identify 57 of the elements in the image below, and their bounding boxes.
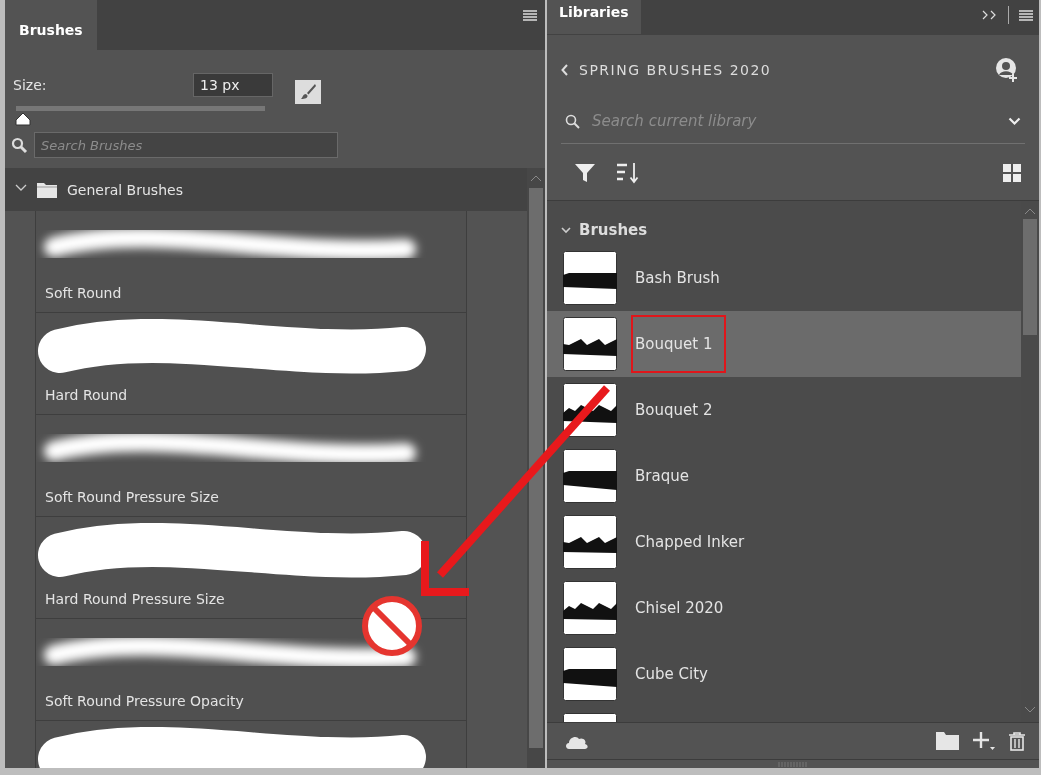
brush-group-header[interactable]: General Brushes bbox=[5, 168, 527, 211]
search-icon bbox=[11, 136, 28, 154]
item-name: Chapped Inker bbox=[634, 533, 745, 551]
library-search-field[interactable]: Search current library bbox=[592, 109, 996, 133]
brush-preset[interactable]: Hard Round Pressure Size bbox=[35, 517, 467, 619]
item-name: Cube City bbox=[634, 665, 708, 683]
brush-name: Soft Round Pressure Opacity bbox=[44, 692, 245, 709]
brush-thumbnail bbox=[563, 647, 617, 701]
menu-icon[interactable] bbox=[1019, 9, 1033, 21]
brush-tip-button[interactable] bbox=[295, 80, 321, 104]
brush-preset[interactable]: Soft Round bbox=[35, 211, 467, 313]
panel-tab[interactable]: Brushes bbox=[5, 0, 97, 50]
item-name: Bouquet 2 bbox=[634, 401, 713, 419]
scroll-up-icon[interactable] bbox=[1024, 207, 1036, 215]
menu-icon[interactable] bbox=[523, 10, 537, 21]
item-name: Bash Brush bbox=[634, 269, 720, 287]
filter-icon[interactable] bbox=[575, 163, 595, 183]
size-label: Size: bbox=[13, 77, 48, 93]
folder-icon bbox=[37, 181, 57, 198]
library-item[interactable]: Bouquet 1 bbox=[547, 311, 1021, 377]
brush-thumbnail bbox=[563, 317, 617, 371]
brush-name: Hard Round bbox=[44, 386, 129, 403]
brush-preset[interactable]: Soft Round Pressure Opacity bbox=[35, 619, 467, 721]
sort-icon[interactable] bbox=[617, 162, 639, 184]
brush-preset[interactable]: Soft Round Pressure Size bbox=[35, 415, 467, 517]
item-name: Chisel 2020 bbox=[634, 599, 724, 617]
scroll-down-icon[interactable] bbox=[1024, 706, 1036, 714]
search-scope-dropdown[interactable] bbox=[1008, 116, 1021, 126]
brush-name: Soft Round bbox=[44, 284, 123, 301]
trash-icon[interactable] bbox=[1009, 731, 1025, 751]
library-back-link[interactable]: SPRING BRUSHES 2020 bbox=[561, 62, 772, 78]
collapse-icon[interactable] bbox=[982, 10, 998, 20]
scrollbar-thumb[interactable] bbox=[529, 188, 543, 748]
back-chevron-icon bbox=[561, 64, 569, 76]
library-section-header[interactable]: Brushes bbox=[547, 201, 648, 245]
scrollbar-thumb[interactable] bbox=[1023, 219, 1037, 335]
add-icon[interactable] bbox=[973, 731, 995, 751]
resize-grip-icon[interactable] bbox=[778, 761, 808, 767]
grid-view-icon[interactable] bbox=[1003, 164, 1021, 182]
search-field[interactable]: Search Brushes bbox=[34, 132, 338, 158]
brush-thumbnail bbox=[563, 581, 617, 635]
panel-tab[interactable]: Libraries bbox=[547, 0, 641, 34]
group-name: General Brushes bbox=[67, 181, 183, 198]
size-field[interactable]: 13 px bbox=[193, 73, 273, 97]
brush-preset[interactable]: Hard Round bbox=[35, 313, 467, 415]
size-slider[interactable] bbox=[16, 106, 265, 128]
item-name: Bouquet 1 bbox=[631, 315, 727, 373]
folder-icon[interactable] bbox=[936, 732, 959, 750]
item-name: Braque bbox=[634, 467, 689, 485]
scroll-up-icon[interactable] bbox=[530, 174, 542, 184]
brush-name: Soft Round Pressure Size bbox=[44, 488, 220, 505]
brush-name: Hard Round Pressure Size bbox=[44, 590, 226, 607]
brush-thumbnail bbox=[563, 515, 617, 569]
search-icon bbox=[565, 113, 580, 129]
brush-thumbnail bbox=[563, 251, 617, 305]
brush-thumbnail bbox=[563, 449, 617, 503]
paintbrush-icon bbox=[299, 83, 317, 101]
